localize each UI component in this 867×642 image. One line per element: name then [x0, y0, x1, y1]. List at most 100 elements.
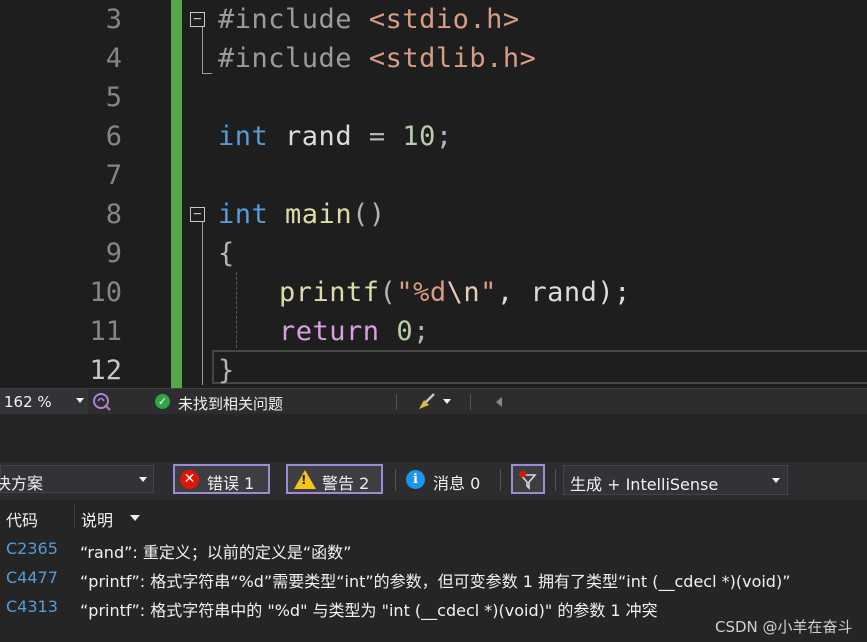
build-source-dropdown[interactable]: 生成 + IntelliSense — [563, 465, 788, 495]
divider — [470, 394, 471, 410]
collapse-icon[interactable]: − — [190, 207, 205, 222]
table-row[interactable]: C4477 “printf”: 格式字符串“%d”需要类型“int”的参数，但可… — [0, 563, 867, 592]
info-icon[interactable]: i — [406, 470, 425, 489]
error-description: “rand”: 重定义；以前的定义是“函数” — [80, 543, 352, 562]
check-circle-icon: ✓ — [155, 394, 170, 409]
scope-dropdown[interactable]: 决方案 — [0, 465, 154, 493]
return-keyword: return — [279, 316, 380, 347]
number-literal: 0 — [396, 316, 414, 347]
preprocessor-directive: #include — [218, 43, 353, 74]
column-header-code[interactable]: 代码 — [6, 507, 38, 531]
errors-label: 错误 1 — [207, 474, 255, 493]
filter-toggle-button[interactable] — [511, 464, 545, 494]
divider — [396, 394, 397, 410]
type-keyword: int — [218, 199, 269, 230]
scroll-left-icon[interactable] — [496, 397, 502, 407]
paren: ( — [379, 277, 397, 308]
error-code: C4477 — [6, 568, 58, 587]
line-number: 5 — [105, 82, 122, 113]
code-line-10: printf("%d\n", rand); — [279, 273, 631, 312]
error-icon: ✕ — [180, 470, 199, 489]
include-header: <stdlib.h> — [368, 43, 537, 74]
code-editor[interactable]: 3 4 5 6 7 8 9 10 11 12 − − #include <std… — [0, 0, 867, 388]
line-number: 11 — [89, 316, 122, 347]
error-description: “printf”: 格式字符串“%d”需要类型“int”的参数，但可变参数 1 … — [80, 572, 791, 591]
error-list-column-header: 代码 说明 — [0, 500, 867, 532]
line-number: 4 — [105, 43, 122, 74]
code-line-3: #include <stdio.h> — [218, 0, 520, 39]
scope-value: 决方案 — [0, 474, 44, 493]
issues-status-text[interactable]: 未找到相关问题 — [178, 393, 283, 414]
type-keyword: int — [218, 121, 269, 152]
panel-header — [0, 414, 867, 462]
code-line-8: int main() — [218, 195, 386, 234]
collapse-icon[interactable]: − — [190, 12, 205, 27]
parentheses: () — [352, 199, 386, 230]
code-line-12: } — [218, 351, 235, 388]
error-code: C2365 — [6, 539, 58, 558]
indent-guide — [236, 272, 237, 348]
line-number: 6 — [105, 121, 122, 152]
line-number: 8 — [105, 199, 122, 230]
open-brace: { — [218, 238, 235, 269]
code-line-11: return 0; — [279, 312, 430, 351]
warnings-filter-button[interactable]: ! 警告 2 — [286, 464, 383, 494]
error-list-panel: 决方案 ✕ 错误 1 ! 警告 2 i 消息 0 生成 + IntelliSen… — [0, 414, 867, 642]
escape-sequence: \n — [446, 277, 481, 308]
error-description: “printf”: 格式字符串中的 "%d" 与类型为 "int (__cdec… — [80, 601, 658, 620]
code-line-6: int rand = 10; — [218, 117, 453, 156]
table-row[interactable]: C2365 “rand”: 重定义；以前的定义是“函数” — [0, 534, 867, 563]
chevron-down-icon[interactable] — [443, 399, 451, 404]
divider — [555, 469, 556, 491]
warnings-label: 警告 2 — [322, 474, 370, 493]
build-source-value: 生成 + IntelliSense — [570, 475, 719, 494]
identifier: rand — [285, 121, 353, 152]
filter-icon — [519, 470, 537, 490]
string-literal: "%d — [396, 277, 447, 308]
divider — [500, 469, 501, 491]
intellicode-icon[interactable] — [92, 392, 112, 412]
code-line-4: #include <stdlib.h> — [218, 39, 536, 78]
watermark: CSDN @小羊在奋斗 — [715, 618, 853, 636]
function-call: printf — [279, 277, 380, 308]
zoom-value: 162 % — [4, 393, 52, 411]
change-tracking-bar — [171, 0, 182, 388]
warning-mark: ! — [301, 473, 307, 487]
function-name: main — [285, 199, 353, 230]
number-literal: 10 — [402, 121, 436, 152]
sort-chevron-down-icon[interactable] — [130, 515, 140, 521]
messages-filter-button[interactable]: 消息 0 — [433, 470, 480, 494]
fold-region-line — [202, 27, 203, 73]
column-divider[interactable] — [74, 504, 75, 528]
error-code: C4313 — [6, 597, 58, 616]
close-brace: } — [218, 355, 235, 386]
chevron-down-icon — [139, 477, 147, 482]
column-header-description[interactable]: 说明 — [81, 507, 113, 531]
line-number: 9 — [105, 238, 122, 269]
errors-filter-button[interactable]: ✕ 错误 1 — [173, 464, 270, 494]
string-quote: " — [480, 277, 497, 308]
preprocessor-directive: #include — [218, 4, 353, 35]
line-number: 7 — [105, 160, 122, 191]
chevron-down-icon — [772, 478, 780, 483]
line-number: 10 — [89, 277, 122, 308]
editor-margin — [0, 0, 40, 388]
code-line-9: { — [218, 234, 235, 273]
zoom-dropdown[interactable]: 162 % — [0, 389, 88, 415]
call-arguments: , rand); — [496, 277, 631, 308]
code-cleanup-icon[interactable] — [416, 392, 438, 412]
editor-status-bar: 162 % ✓ 未找到相关问题 — [0, 388, 867, 415]
semicolon: ; — [435, 121, 453, 152]
fold-region-line — [202, 222, 203, 385]
fold-region-end — [202, 73, 212, 74]
chevron-down-icon — [76, 398, 84, 403]
semicolon: ; — [413, 316, 430, 347]
divider — [395, 469, 396, 491]
line-number-gutter: 3 4 5 6 7 8 9 10 11 12 — [40, 0, 171, 388]
operator: = — [368, 121, 386, 152]
current-line-highlight — [212, 350, 867, 384]
line-number: 3 — [105, 4, 122, 35]
line-number-current: 12 — [89, 355, 122, 386]
include-header: <stdio.h> — [368, 4, 520, 35]
horizontal-scrollbar[interactable] — [512, 389, 867, 415]
